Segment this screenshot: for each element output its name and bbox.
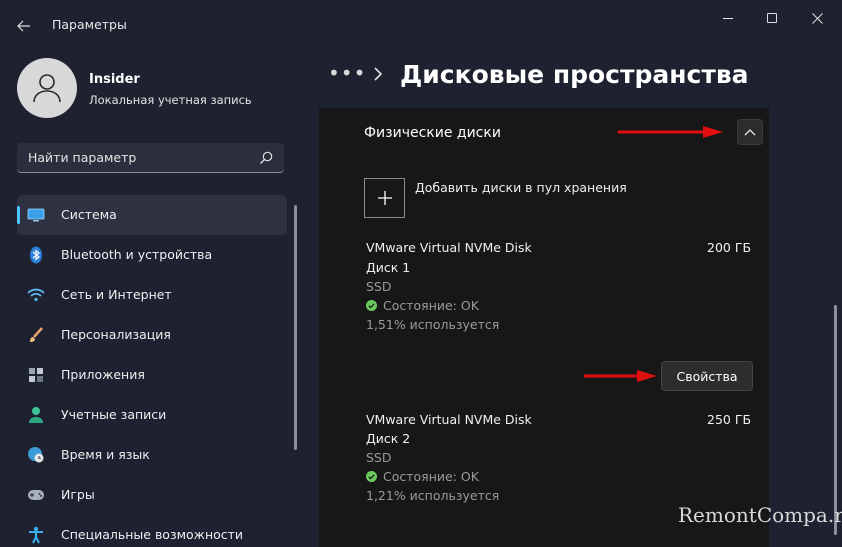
sidebar-item-label: Учетные записи [61,407,167,422]
gamepad-icon [27,486,45,504]
sidebar-scrollbar[interactable] [294,205,297,450]
disk-2-name: VMware Virtual NVMe Disk [366,412,532,427]
sidebar-item-time-language[interactable]: Время и язык [17,435,287,475]
maximize-button[interactable] [752,7,792,29]
sidebar-item-label: Система [61,207,117,222]
sidebar-item-label: Игры [61,487,95,502]
sidebar-item-label: Сеть и Интернет [61,287,172,302]
sidebar-item-accessibility[interactable]: Специальные возможности [17,515,287,547]
content-scrollbar[interactable] [834,305,837,535]
disk-2-type: SSD [366,450,392,465]
section-title: Физические диски [364,125,501,141]
disk-2-status: Состояние: OK [366,469,479,484]
disk-2-status-text: Состояние: OK [383,469,479,484]
maximize-icon [766,12,777,23]
user-avatar-icon [33,74,61,103]
title-bar: Параметры [0,0,842,48]
search-input[interactable]: Найти параметр [28,150,136,165]
user-name: Insider [89,72,140,87]
collapse-button[interactable] [737,119,763,145]
minimize-icon [722,17,733,19]
monitor-icon [27,206,45,224]
globe-clock-icon [27,446,45,464]
add-disks-button[interactable] [364,178,405,218]
brush-icon [27,326,45,344]
window-title: Параметры [52,17,127,32]
breadcrumb-more-button[interactable]: ••• [328,61,366,85]
sidebar-item-system[interactable]: Система [17,195,287,235]
sidebar-item-personalization[interactable]: Персонализация [17,315,287,355]
disk-2-size: 250 ГБ [707,412,752,427]
sidebar-item-apps[interactable]: Приложения [17,355,287,395]
sidebar-item-label: Специальные возможности [61,527,244,542]
back-arrow-icon [17,20,30,32]
status-ok-icon [366,471,377,482]
disk-1-name: VMware Virtual NVMe Disk [366,240,532,255]
properties-button[interactable]: Свойства [661,361,753,391]
disk-1-usage: 1,51% используется [366,317,500,332]
chevron-up-icon [744,129,756,136]
account-type: Локальная учетная запись [89,93,252,107]
minimize-button[interactable] [708,7,748,29]
close-button[interactable] [797,7,837,29]
sidebar-item-label: Приложения [61,367,145,382]
disk-1-size: 200 ГБ [707,240,752,255]
disk-1-status: Состояние: OK [366,298,479,313]
wifi-icon [27,286,45,304]
sidebar-nav: Система Bluetooth и устройства Сеть и Ин… [17,195,287,547]
chevron-right-icon [374,67,383,81]
sidebar-item-label: Персонализация [61,327,171,342]
plus-icon [377,191,392,205]
page-title: Дисковые пространства [400,60,749,89]
bluetooth-icon [27,246,45,264]
disk-1-type: SSD [366,279,392,294]
search-box[interactable]: Найти параметр [17,143,284,173]
status-ok-icon [366,300,377,311]
annotation-arrow-collapse [617,126,723,138]
disk-2-number: Диск 2 [366,431,411,446]
annotation-arrow-properties [583,370,657,382]
sidebar-item-accounts[interactable]: Учетные записи [17,395,287,435]
disk-2-usage: 1,21% используется [366,488,500,503]
person-icon [27,406,45,424]
accessibility-icon [27,526,45,544]
add-disks-label[interactable]: Добавить диски в пул хранения [415,180,627,195]
disk-1-number: Диск 1 [366,260,411,275]
sidebar-item-gaming[interactable]: Игры [17,475,287,515]
sidebar-item-bluetooth[interactable]: Bluetooth и устройства [17,235,287,275]
sidebar-item-label: Bluetooth и устройства [61,247,213,262]
avatar[interactable] [17,58,77,118]
disk-1-status-text: Состояние: OK [383,298,479,313]
close-icon [811,12,823,24]
back-button[interactable] [12,14,36,38]
sidebar-item-label: Время и язык [61,447,150,462]
sidebar-item-network[interactable]: Сеть и Интернет [17,275,287,315]
search-icon[interactable] [258,150,274,166]
active-indicator [17,206,20,224]
apps-icon [27,366,45,384]
watermark: RemontCompa.ru [678,503,842,527]
